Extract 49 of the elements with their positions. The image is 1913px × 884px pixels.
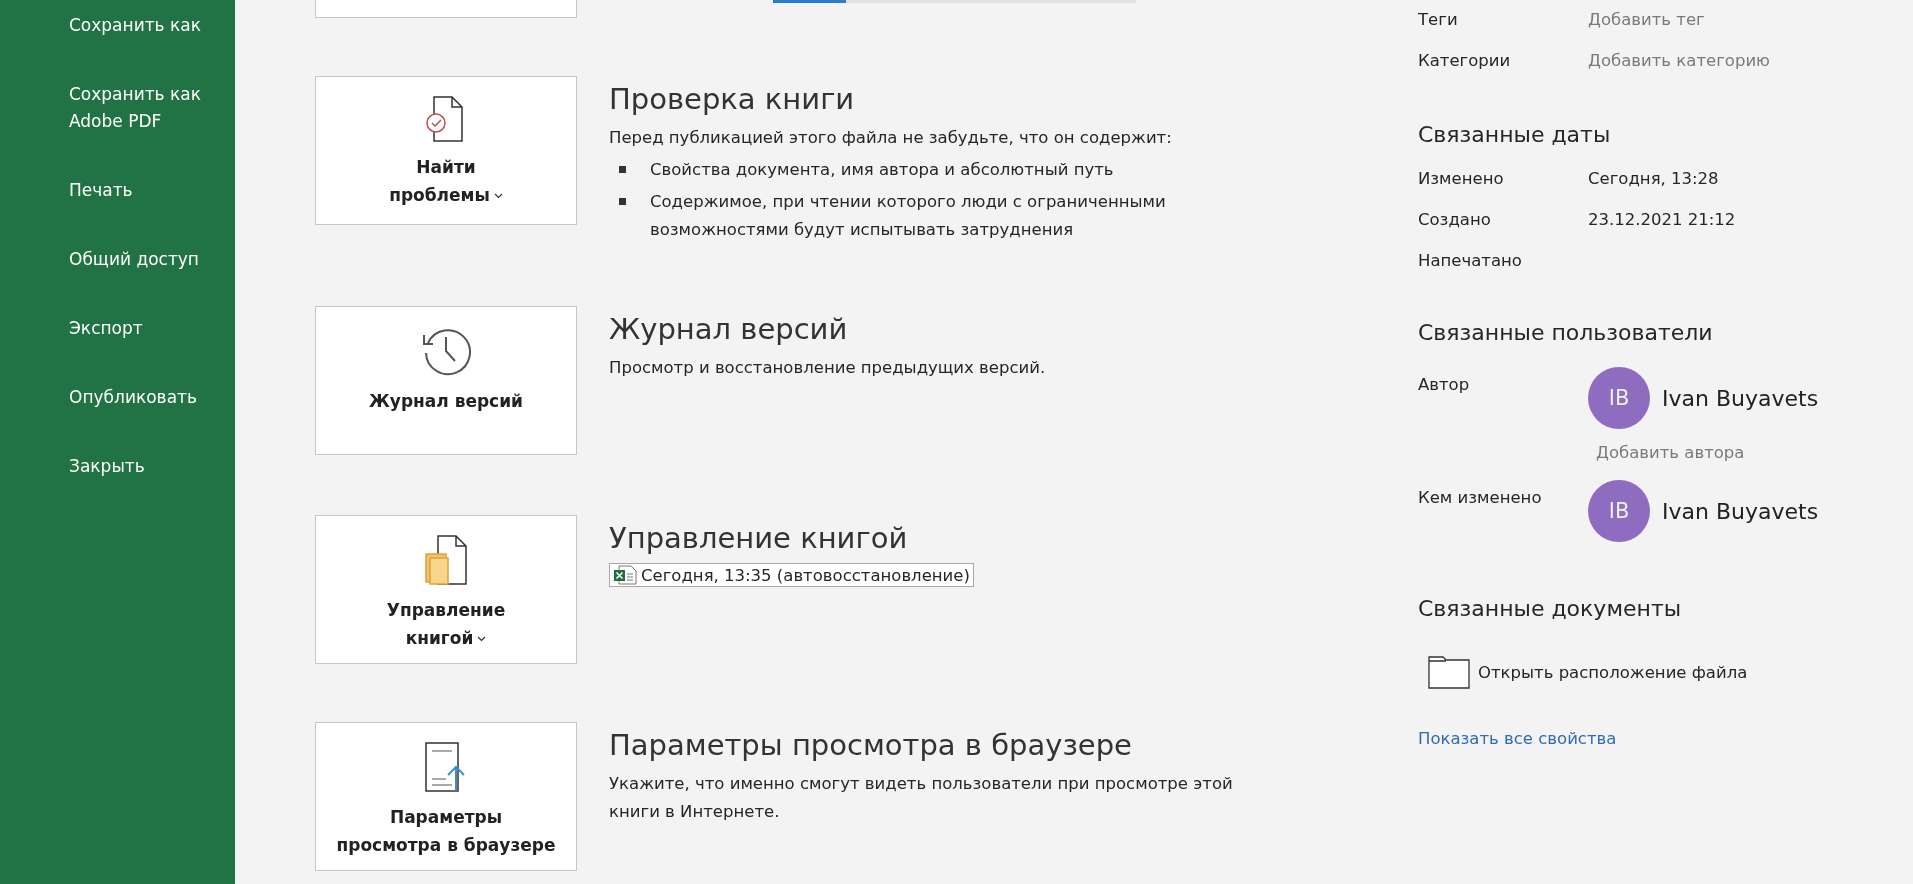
documents-icon xyxy=(424,534,468,586)
section-title: Управление книгой xyxy=(609,521,909,555)
caret-icon xyxy=(477,636,487,642)
bullet-icon xyxy=(619,166,626,173)
bullet-text: Содержимое, при чтении которого люди с ограниченными возможностями будут испытывать затруднения xyxy=(650,191,1167,241)
property-label: Теги xyxy=(1418,10,1459,29)
section-title: Журнал версий xyxy=(609,312,849,346)
property-label: Изменено xyxy=(1418,169,1505,188)
property-value: Сегодня, 13:28 xyxy=(1588,169,1719,188)
spreadsheet-file-icon xyxy=(613,565,637,585)
action-button[interactable]: Параметры просмотра в браузере xyxy=(315,722,577,871)
add-author-link[interactable]: Добавить автора xyxy=(1596,443,1819,462)
section-title: Параметры просмотра в браузере xyxy=(609,728,1133,762)
property-label: Категории xyxy=(1418,51,1512,70)
property-label: Автор xyxy=(1418,374,1471,396)
action-button[interactable]: Найти проблемы xyxy=(315,76,577,225)
property-label: Напечатано xyxy=(1418,251,1523,270)
property-label: Создано xyxy=(1418,210,1492,229)
bullet-icon xyxy=(619,198,626,205)
action-button[interactable]: Журнал версий xyxy=(315,306,577,455)
person-name: Ivan Buyavets xyxy=(1662,385,1819,411)
property-input[interactable]: Добавить категорию xyxy=(1588,51,1848,70)
person-name: Ivan Buyavets xyxy=(1662,498,1819,524)
folder-icon xyxy=(1428,655,1470,689)
bullet-text: Свойства документа, имя автора и абсолютный путь xyxy=(650,159,1115,181)
show-all-properties-link[interactable]: Показать все свойства xyxy=(1418,729,1898,748)
section-description: Просмотр и восстановление предыдущих версий. xyxy=(609,357,1047,379)
section-heading: Связанные даты xyxy=(1418,122,1612,147)
sidebar-item[interactable]: Общий доступ xyxy=(0,246,235,273)
section-heading: Связанные пользователи xyxy=(1418,320,1714,345)
section-description: Укажите, что именно смогут видеть пользователи при просмотре этой книги в Интернете. xyxy=(609,773,1234,823)
sidebar-item[interactable]: Сохранить как Adobe PDF xyxy=(0,81,235,135)
avatar: IB xyxy=(1588,367,1650,429)
property-label: Кем изменено xyxy=(1418,487,1543,509)
section-heading: Связанные документы xyxy=(1418,596,1683,621)
section-title: Проверка книги xyxy=(609,82,856,116)
avatar: IB xyxy=(1588,480,1650,542)
sidebar-item[interactable]: Печать xyxy=(0,177,235,204)
sidebar-item[interactable]: Опубликовать xyxy=(0,384,235,411)
action-button[interactable]: Управление книгой xyxy=(315,515,577,664)
property-value: 23.12.2021 21:12 xyxy=(1588,210,1736,229)
section-description: Перед публикацией этого файла не забудьте, что он содержит: xyxy=(609,127,1173,149)
caret-icon xyxy=(493,193,503,199)
open-file-location-button[interactable]: Открыть расположение файла xyxy=(1428,655,1898,689)
sidebar-item[interactable]: Сохранить как xyxy=(0,12,235,39)
file-version-item[interactable]: Сегодня, 13:35 (автовосстановление) xyxy=(609,563,974,587)
sidebar-item[interactable]: Экспорт xyxy=(0,315,235,342)
property-input[interactable]: Добавить тег xyxy=(1588,10,1848,29)
sidebar-item[interactable]: Закрыть xyxy=(0,453,235,480)
